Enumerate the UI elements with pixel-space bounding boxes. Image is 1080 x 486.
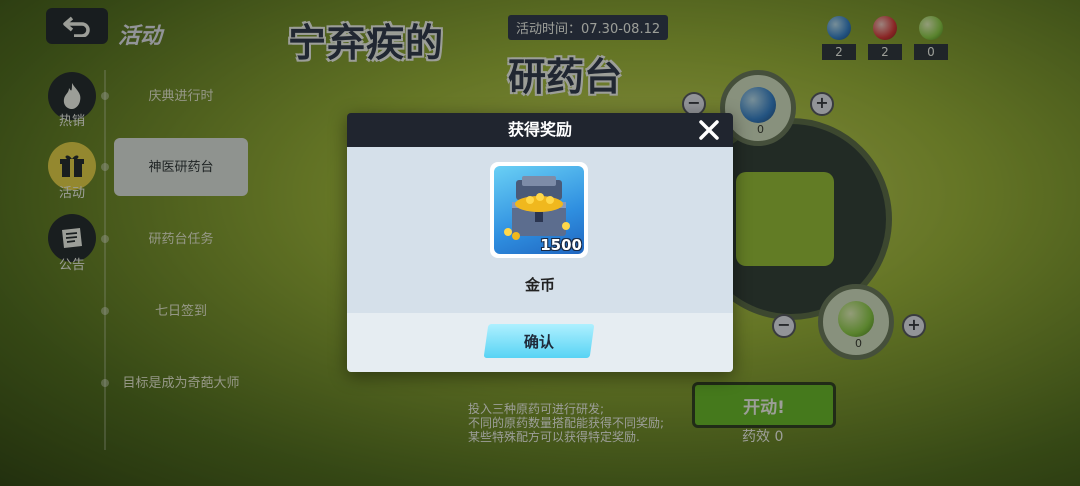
- dialog-footer: 确认: [347, 313, 733, 372]
- reward-item-name: 金币: [524, 276, 555, 294]
- reward-quantity: 1500: [540, 236, 582, 254]
- confirm-button[interactable]: 确认: [483, 324, 595, 358]
- dialog-title: 获得奖励: [507, 120, 572, 139]
- reward-item[interactable]: 1500: [490, 162, 588, 258]
- dialog-body: 1500 金币: [347, 147, 733, 313]
- reward-dialog: 获得奖励 1500 金币 确认: [347, 113, 733, 372]
- close-icon[interactable]: [697, 118, 721, 142]
- confirm-label: 确认: [523, 332, 554, 351]
